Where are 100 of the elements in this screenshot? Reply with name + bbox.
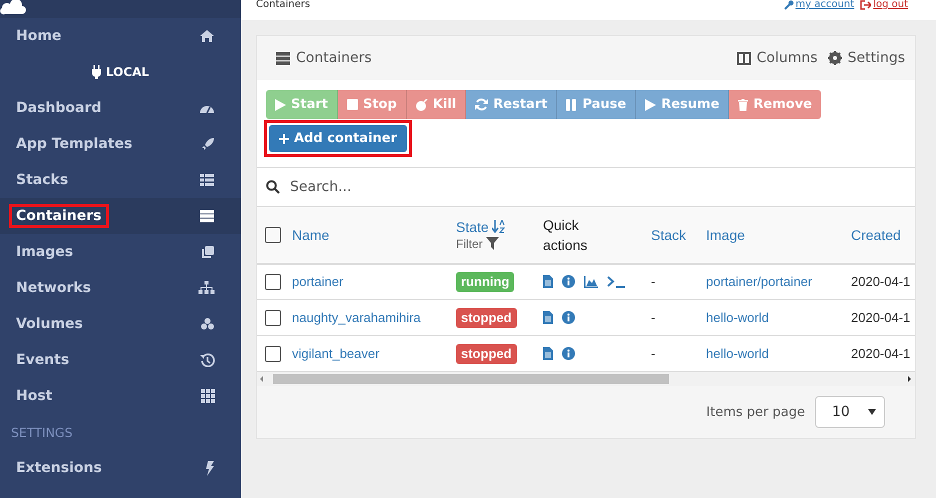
state-badge: stopped [456,344,517,364]
items-per-page-label: Items per page [706,404,805,420]
bomb-icon [416,98,428,110]
checkbox[interactable] [265,227,281,244]
sidebar-item-label: Networks [15,279,92,298]
plus-icon [279,134,289,144]
cloud-logo-icon [0,0,26,16]
table-cell: - [651,346,656,361]
server-icon [276,52,290,64]
column-header[interactable]: Created [851,226,901,243]
endpoint-name: LOCAL [106,65,150,79]
container-name-link[interactable]: vigilant_beaver [292,346,380,361]
play-icon [645,98,656,110]
table-cell: 2020-04-1 [851,274,910,290]
sidebar-item-label: Events [15,351,70,370]
action-button[interactable]: Kill [406,90,466,119]
pause-icon [566,98,578,110]
column-header[interactable]: Name [292,226,330,243]
action-button[interactable]: Pause [557,90,636,119]
sidebar-item[interactable]: Dashboard [0,90,241,126]
table-cell: 2020-04-1 [851,310,910,325]
sidebar-item-label: App Templates [15,135,134,154]
state-badge: running [456,272,514,292]
sidebar-item-label: Host [15,387,54,406]
image-link[interactable]: hello-world [706,310,769,325]
info-icon[interactable] [562,347,575,360]
filter-icon[interactable] [486,237,499,250]
state-badge: stopped [456,308,517,328]
server-icon [199,209,215,223]
plug-icon [92,65,101,79]
image-link[interactable]: hello-world [706,346,769,361]
sitemap-icon [198,281,215,295]
search-field[interactable]: Search... [288,178,592,196]
section-heading: SETTINGS [11,424,73,440]
horizontal-scrollbar[interactable] [257,372,915,386]
info-icon[interactable] [562,275,575,288]
container-name-link[interactable]: naughty_varahamihira [292,310,421,325]
info-icon[interactable] [562,311,575,324]
checkbox[interactable] [265,310,281,326]
column-header[interactable]: State [456,218,489,235]
sidebar-item-label: Stacks [15,171,70,190]
bolt-icon [205,460,215,476]
image-link[interactable]: portainer/portainer [706,274,812,290]
area-chart-icon[interactable] [584,276,598,288]
header-link[interactable]: my account [784,0,854,10]
wrench-icon [784,0,794,10]
terminal-icon[interactable] [607,276,626,288]
sidebar-item[interactable]: Extensions [0,450,241,486]
sidebar-item[interactable]: Home [0,18,241,54]
sidebar-item[interactable]: Stacks [0,162,241,198]
column-header[interactable]: Image [706,226,745,243]
play-icon [275,98,286,110]
sort-alpha-icon[interactable] [492,220,505,234]
sidebar-item-label: Home [15,27,62,46]
sidebar-item-label: Volumes [15,315,84,334]
grid-icon [201,389,215,403]
rocket-icon [201,137,215,151]
checkbox[interactable] [265,274,281,290]
columns-icon [736,52,751,64]
copy-icon [201,245,215,259]
refresh-icon [475,98,488,111]
sidebar-item[interactable]: Images [0,234,241,270]
sidebar-item-label: Dashboard [15,99,102,118]
sidebar-item[interactable]: Events [0,342,241,378]
table-cell: 2020-04-1 [851,346,910,361]
filter-label[interactable]: Filter [456,236,483,251]
file-icon[interactable] [543,275,553,288]
caret-icon [868,409,876,415]
history-icon [200,353,215,367]
column-header[interactable]: Stack [651,226,686,243]
action-button[interactable]: Resume [636,90,730,119]
file-icon[interactable] [543,347,553,360]
trash-icon [738,98,748,110]
sidebar-item[interactable]: App Templates [0,126,241,162]
list-icon [199,173,215,187]
table-cell: - [651,274,656,290]
home-icon [199,29,215,43]
column-header: Quick actions [543,216,588,255]
stop-icon [346,99,358,110]
cubes-icon [200,317,215,331]
action-button[interactable]: Restart [466,90,558,119]
action-button[interactable]: Stop [338,90,407,119]
search-icon [266,180,280,194]
file-icon[interactable] [543,311,553,324]
gear-icon [828,51,842,65]
items-per-page-select[interactable]: 10 [815,396,885,428]
sidebar-item-label: Extensions [15,459,103,478]
sidebar-item[interactable]: Networks [0,270,241,306]
sidebar-item[interactable]: Host [0,378,241,414]
sidebar-item[interactable]: Volumes [0,306,241,342]
panel-title: Containers [296,50,372,66]
add-container-button[interactable]: Add container [269,125,408,152]
container-name-link[interactable]: portainer [292,274,344,290]
sidebar-item-label: Containers [9,204,108,228]
toolbar-link[interactable]: Settings [828,50,905,66]
checkbox[interactable] [265,346,281,362]
toolbar-link[interactable]: Columns [736,50,818,66]
sign-out-icon [860,0,872,10]
sidebar-item[interactable]: Containers [0,198,241,234]
action-button[interactable]: Remove [729,90,822,119]
